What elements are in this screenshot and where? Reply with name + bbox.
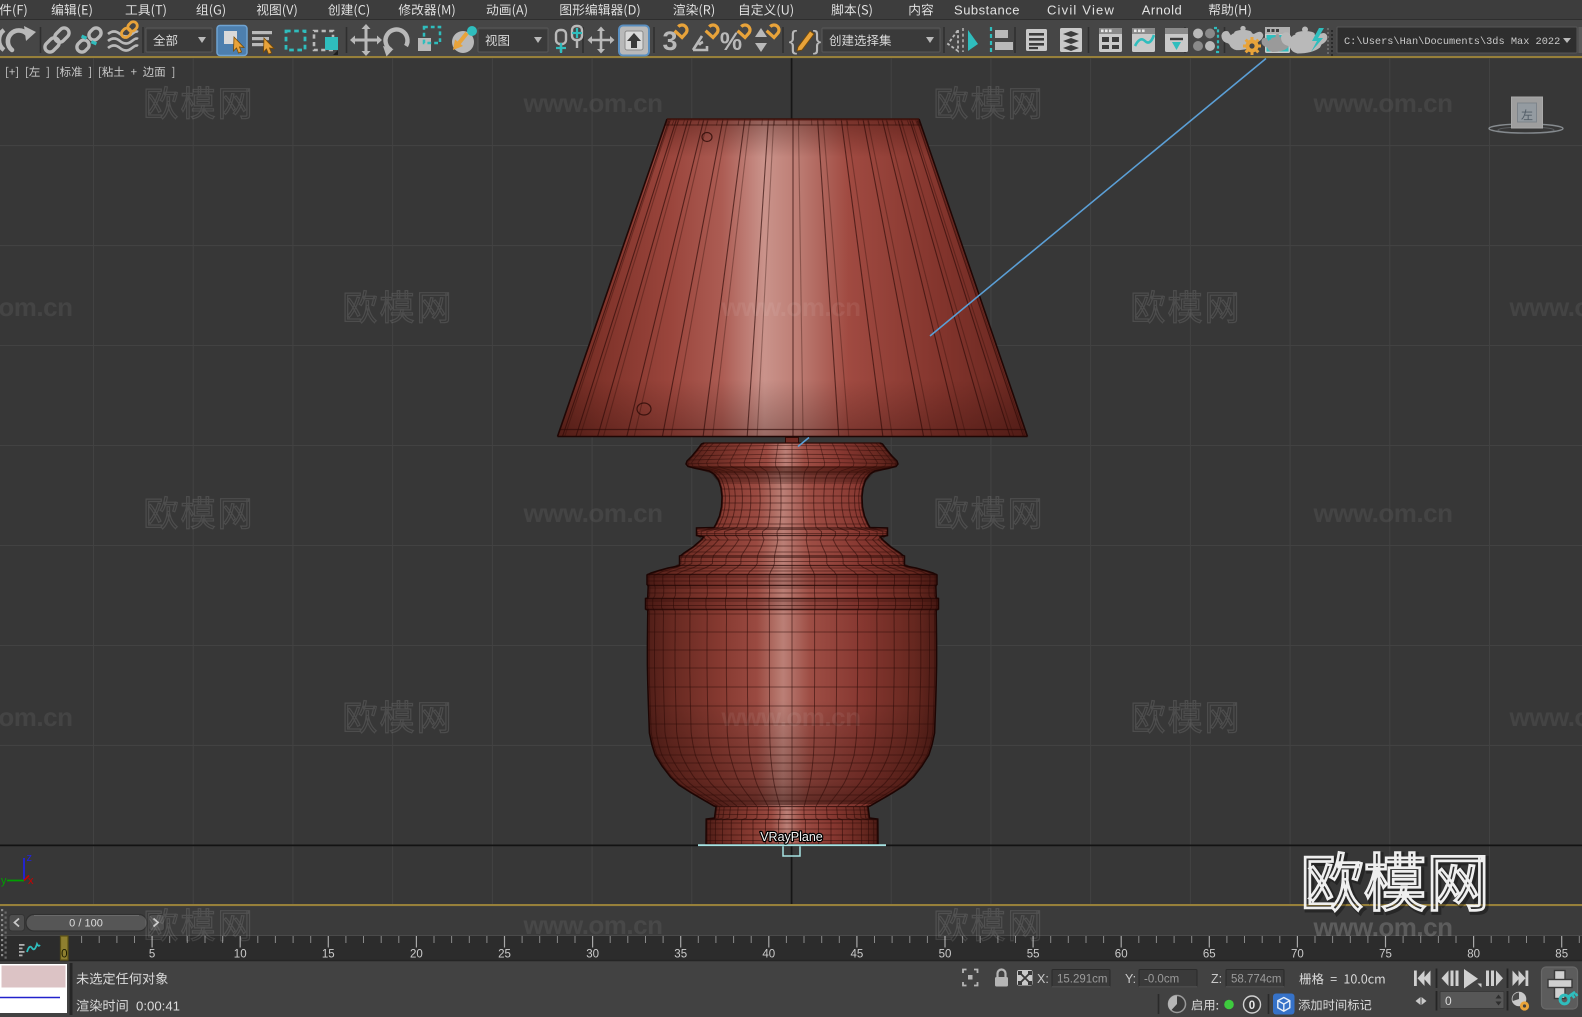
svg-text:80: 80 (1467, 949, 1480, 961)
svg-text:{: { (789, 25, 798, 55)
svg-text:Z:: Z: (1211, 972, 1222, 986)
svg-text:Y:: Y: (1125, 972, 1136, 986)
svg-text:25: 25 (498, 949, 511, 961)
svg-text:10: 10 (234, 949, 247, 961)
svg-text:www.om.cn: www.om.cn (523, 498, 663, 528)
svg-text:y: y (1, 875, 7, 887)
svg-text:15.291cm: 15.291cm (1057, 974, 1108, 986)
svg-text:www.om.cn: www.om.cn (1313, 912, 1453, 942)
svg-text:www.om.cn: www.om.cn (721, 292, 861, 322)
svg-text:85: 85 (1555, 949, 1568, 961)
svg-text:www.om.cn: www.om.cn (1509, 292, 1582, 322)
svg-text:www.om.cn: www.om.cn (523, 88, 663, 118)
svg-text:65: 65 (1203, 949, 1216, 961)
svg-text:45: 45 (851, 949, 864, 961)
svg-text:0: 0 (61, 949, 67, 961)
svg-text:z: z (27, 852, 33, 864)
svg-text:}: } (813, 25, 822, 55)
svg-text:www.om.cn: www.om.cn (1509, 702, 1582, 732)
svg-text:0: 0 (1445, 994, 1452, 1008)
svg-text:C:\Users\Han\Documents\3ds Max: C:\Users\Han\Documents\3ds Max 2022 (1344, 36, 1560, 48)
svg-text:75: 75 (1379, 949, 1392, 961)
svg-text:X:: X: (1037, 972, 1049, 986)
svg-text:0:00:41: 0:00:41 (136, 999, 180, 1014)
svg-text:www.om.cn: www.om.cn (0, 702, 73, 732)
svg-text:30: 30 (586, 949, 599, 961)
svg-text:www.om.cn: www.om.cn (721, 702, 861, 732)
svg-text:www.om.cn: www.om.cn (1313, 88, 1453, 118)
svg-text:Civil View: Civil View (1047, 3, 1115, 18)
svg-text:www.om.cn: www.om.cn (1313, 498, 1453, 528)
svg-text:0 / 100: 0 / 100 (69, 918, 103, 930)
svg-text:-0.0cm: -0.0cm (1144, 974, 1179, 986)
svg-text:Substance: Substance (954, 3, 1020, 18)
svg-text:55: 55 (1027, 949, 1040, 961)
svg-text:5: 5 (149, 949, 155, 961)
svg-text:0: 0 (1249, 1000, 1255, 1012)
svg-text:58.774cm: 58.774cm (1231, 974, 1282, 986)
svg-text:www.om.cn: www.om.cn (0, 292, 73, 322)
svg-text:35: 35 (674, 949, 687, 961)
svg-text:Arnold: Arnold (1142, 3, 1183, 18)
svg-text:50: 50 (939, 949, 952, 961)
svg-text:20: 20 (410, 949, 423, 961)
svg-text:60: 60 (1115, 949, 1128, 961)
svg-text:40: 40 (762, 949, 775, 961)
svg-text:15: 15 (322, 949, 335, 961)
svg-text:70: 70 (1291, 949, 1304, 961)
svg-text:www.om.cn: www.om.cn (523, 910, 663, 940)
svg-text:x: x (28, 875, 34, 887)
svg-text:VRayPlane: VRayPlane (760, 830, 823, 844)
